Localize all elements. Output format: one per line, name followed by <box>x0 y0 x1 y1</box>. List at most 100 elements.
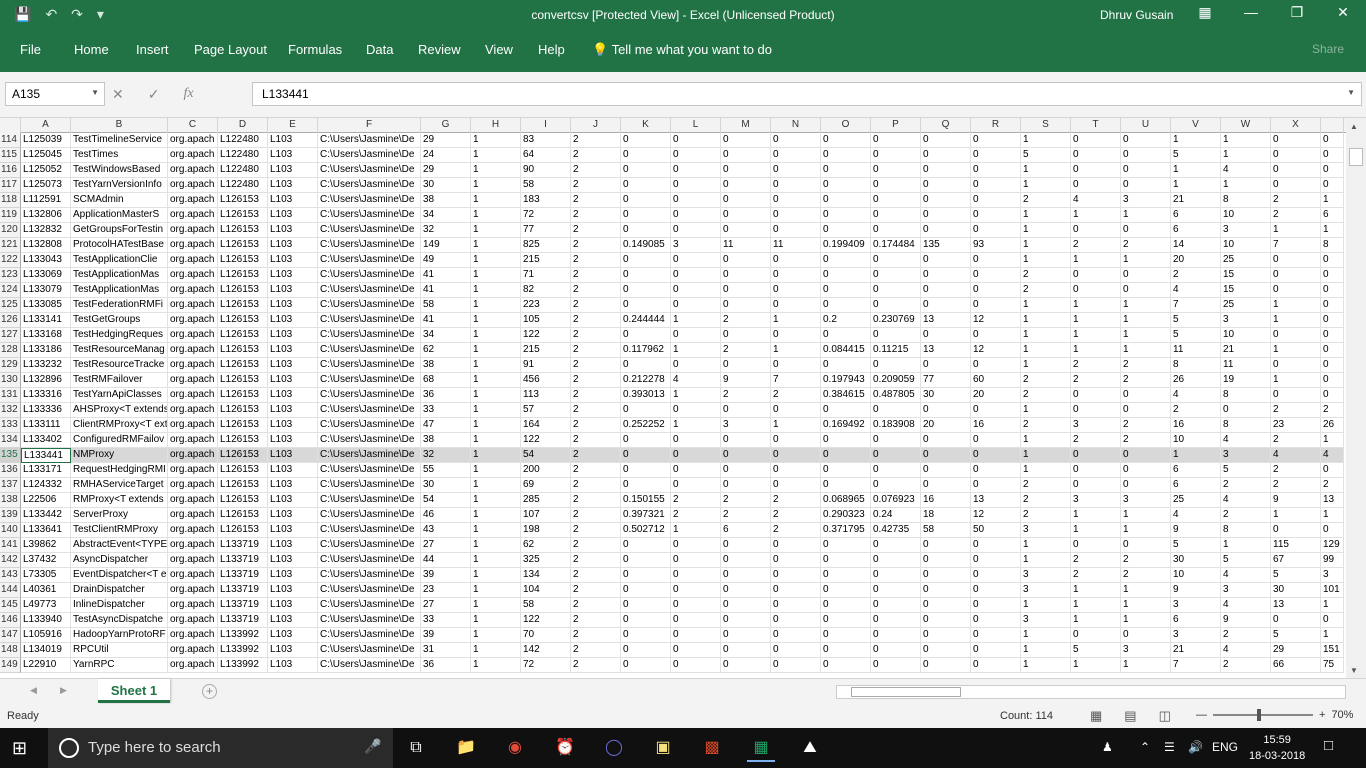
cell[interactable]: 0 <box>771 268 821 283</box>
cell[interactable]: 2 <box>1321 403 1344 418</box>
cell[interactable]: 41 <box>421 283 471 298</box>
cell[interactable]: 0 <box>1321 133 1344 148</box>
cell[interactable]: 0 <box>621 298 671 313</box>
cell[interactable]: 0 <box>821 193 871 208</box>
cell[interactable]: C:\Users\Jasmine\De <box>318 223 421 238</box>
cell[interactable]: C:\Users\Jasmine\De <box>318 148 421 163</box>
cell[interactable]: org.apach <box>168 283 218 298</box>
cell[interactable]: 2 <box>571 628 621 643</box>
cell[interactable]: 0 <box>671 433 721 448</box>
cell[interactable]: L103 <box>268 163 318 178</box>
cell[interactable]: 67 <box>1271 553 1321 568</box>
cell[interactable]: org.apach <box>168 133 218 148</box>
cell[interactable]: L133085 <box>21 298 71 313</box>
cell[interactable]: 2 <box>571 358 621 373</box>
cell[interactable]: C:\Users\Jasmine\De <box>318 268 421 283</box>
cell[interactable]: AbstractEvent<TYPE <box>71 538 168 553</box>
cell[interactable]: 1 <box>471 538 521 553</box>
cell[interactable]: 0 <box>971 283 1021 298</box>
ribbon-display-options-icon[interactable]: ▦ <box>1190 4 1220 21</box>
cell[interactable]: 0 <box>771 358 821 373</box>
cell[interactable]: 0 <box>971 298 1021 313</box>
cell[interactable]: 0.252252 <box>621 418 671 433</box>
cell[interactable]: 200 <box>521 463 571 478</box>
cell[interactable]: 58 <box>421 298 471 313</box>
cell[interactable]: 129 <box>1321 538 1344 553</box>
cell[interactable]: 0 <box>721 583 771 598</box>
cell[interactable]: C:\Users\Jasmine\De <box>318 538 421 553</box>
cell[interactable]: 0 <box>871 643 921 658</box>
cell[interactable]: 2 <box>571 508 621 523</box>
cell[interactable]: 0 <box>821 478 871 493</box>
row-header[interactable]: 146 <box>0 613 21 628</box>
cell[interactable]: 0 <box>871 598 921 613</box>
cell[interactable]: 4 <box>1221 643 1271 658</box>
cell[interactable]: 0 <box>671 538 721 553</box>
cell[interactable]: 3 <box>1121 493 1171 508</box>
cell[interactable]: org.apach <box>168 538 218 553</box>
cell[interactable]: L133442 <box>21 508 71 523</box>
cell[interactable]: 0 <box>1321 358 1344 373</box>
cell[interactable]: C:\Users\Jasmine\De <box>318 343 421 358</box>
cell[interactable]: 0 <box>971 433 1021 448</box>
cell[interactable]: 1 <box>1071 313 1121 328</box>
cell[interactable]: L133336 <box>21 403 71 418</box>
cell[interactable]: 2 <box>571 493 621 508</box>
cell[interactable]: L126153 <box>218 418 268 433</box>
cell[interactable]: 0 <box>1321 463 1344 478</box>
cell[interactable]: 0 <box>771 193 821 208</box>
cell[interactable]: 1 <box>1321 508 1344 523</box>
cell[interactable]: 1 <box>471 313 521 328</box>
cell[interactable]: 75 <box>1321 658 1344 673</box>
clock[interactable]: 15:59 18-03-2018 <box>1249 732 1305 764</box>
photos-icon[interactable]: ⛰ <box>796 734 824 762</box>
cell[interactable]: 3 <box>671 238 721 253</box>
cell[interactable]: 0 <box>921 178 971 193</box>
cell[interactable]: L126153 <box>218 253 268 268</box>
cell[interactable]: 0 <box>671 148 721 163</box>
cell[interactable]: 0 <box>1221 403 1271 418</box>
cell[interactable]: C:\Users\Jasmine\De <box>318 403 421 418</box>
cell[interactable]: 151 <box>1321 643 1344 658</box>
cell[interactable]: 3 <box>1171 628 1221 643</box>
cell[interactable]: L125045 <box>21 148 71 163</box>
cell[interactable]: 2 <box>1121 238 1171 253</box>
cell[interactable]: 0 <box>1071 133 1121 148</box>
column-header-l[interactable]: L <box>671 118 721 133</box>
cell[interactable]: 0 <box>671 208 721 223</box>
cell[interactable]: 0 <box>721 193 771 208</box>
cell[interactable]: GetGroupsForTestin <box>71 223 168 238</box>
cell[interactable]: 3 <box>1021 583 1071 598</box>
cell[interactable]: 2 <box>1271 208 1321 223</box>
cell[interactable]: 0 <box>671 178 721 193</box>
cell[interactable]: 38 <box>421 358 471 373</box>
cell[interactable]: 36 <box>421 658 471 673</box>
cell[interactable]: 90 <box>521 163 571 178</box>
sticky-notes-icon[interactable]: ▣ <box>649 734 677 762</box>
cell[interactable]: 1 <box>1021 463 1071 478</box>
cell[interactable]: 0 <box>871 223 921 238</box>
cell[interactable]: 1 <box>471 643 521 658</box>
cell[interactable]: C:\Users\Jasmine\De <box>318 643 421 658</box>
cell[interactable]: 2 <box>571 403 621 418</box>
cell[interactable]: 2 <box>571 478 621 493</box>
cell[interactable]: 0 <box>671 628 721 643</box>
cell[interactable]: 3 <box>1221 223 1271 238</box>
cell[interactable]: 1 <box>1171 163 1221 178</box>
cell[interactable]: 0 <box>1321 298 1344 313</box>
cell[interactable]: 1 <box>471 553 521 568</box>
cell[interactable]: 0 <box>1121 268 1171 283</box>
cell[interactable]: 0 <box>921 193 971 208</box>
cell[interactable]: 83 <box>521 133 571 148</box>
cell[interactable]: 0 <box>721 568 771 583</box>
cell[interactable]: 0.371795 <box>821 523 871 538</box>
cell[interactable]: 1 <box>1071 328 1121 343</box>
cell[interactable]: 1 <box>471 283 521 298</box>
horizontal-scrollbar[interactable] <box>836 685 1346 699</box>
cell[interactable]: 11 <box>721 238 771 253</box>
cell[interactable]: org.apach <box>168 568 218 583</box>
cell[interactable]: L126153 <box>218 313 268 328</box>
cell[interactable]: org.apach <box>168 583 218 598</box>
column-header-u[interactable]: U <box>1121 118 1171 133</box>
cell[interactable]: 7 <box>1171 658 1221 673</box>
